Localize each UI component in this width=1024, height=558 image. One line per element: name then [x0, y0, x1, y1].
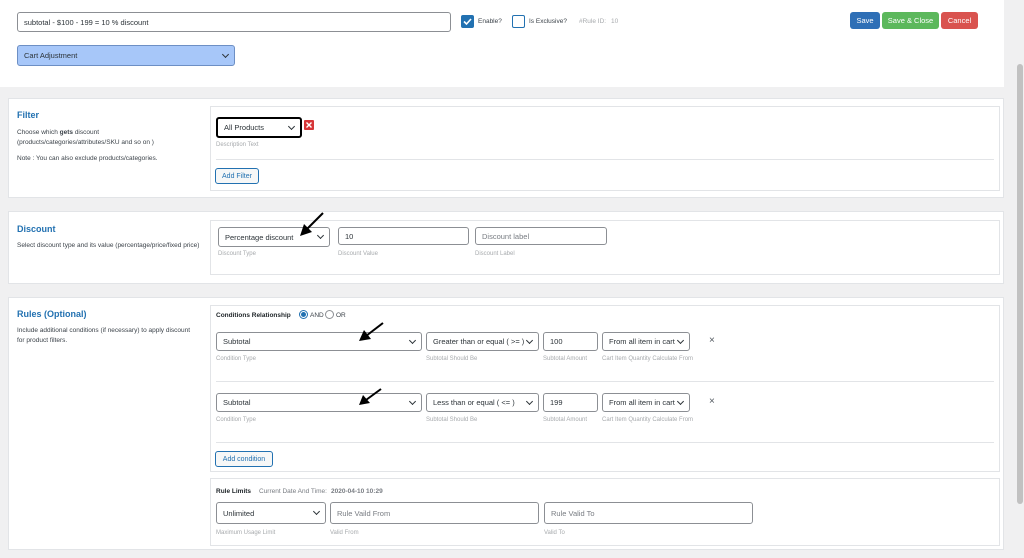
save-close-button[interactable]: Save & Close	[882, 12, 939, 29]
discount-label-placeholder: Discount label	[482, 231, 530, 241]
check-icon	[463, 18, 472, 26]
current-datetime-label: Current Date And Time:	[259, 488, 327, 495]
cancel-button[interactable]: Cancel	[941, 12, 978, 29]
condition-operator-caption: Subtotal Should Be	[426, 356, 478, 362]
valid-from-caption: Valid From	[330, 530, 359, 536]
chevron-down-icon	[525, 336, 534, 344]
subtotal-amount-input[interactable]: 199	[543, 393, 598, 412]
and-radio[interactable]	[299, 310, 308, 319]
rule-title-value: subtotal - $100 - 199 = 10 % discount	[24, 17, 149, 27]
conditions-divider	[216, 442, 994, 443]
conditions-relationship-label: Conditions Relationship	[216, 312, 291, 319]
filter-box	[210, 106, 1000, 191]
and-label: AND	[310, 312, 324, 319]
annotation-arrow-icon	[300, 212, 324, 236]
close-icon	[306, 122, 312, 128]
valid-from-placeholder: Rule Vaild From	[337, 508, 391, 518]
calc-from-select[interactable]: From all item in cart	[602, 393, 690, 412]
usage-limit-selected: Unlimited	[223, 508, 255, 518]
calc-from-caption: Cart Item Quantity Calculate From	[602, 417, 694, 423]
enable-checkbox[interactable]	[461, 15, 474, 28]
exclusive-label: Is Exclusive?	[529, 18, 567, 25]
or-label: OR	[336, 312, 346, 319]
chevron-down-icon	[221, 50, 230, 58]
discount-label-input[interactable]: Discount label	[475, 227, 607, 245]
chevron-down-icon	[287, 122, 296, 130]
valid-to-placeholder: Rule Valid To	[551, 508, 595, 518]
condition-operator-caption: Subtotal Should Be	[426, 417, 478, 423]
radio-dot-icon	[301, 312, 306, 317]
rules-desc: Include additional conditions (if necess…	[17, 327, 191, 344]
enable-label: Enable?	[478, 18, 502, 25]
annotation-arrow-icon	[359, 388, 382, 405]
condition-type-caption: Condition Type	[216, 417, 256, 423]
scrollbar-thumb[interactable]	[1017, 64, 1023, 504]
rule-id-value: 10	[611, 18, 619, 25]
product-filter-selected: All Products	[224, 123, 265, 132]
chevron-down-icon	[408, 336, 417, 344]
save-button[interactable]: Save	[850, 12, 880, 29]
rules-title: Rules (Optional)	[17, 309, 87, 319]
rule-id-label: #Rule ID:	[579, 18, 607, 25]
product-filter-select[interactable]: All Products	[216, 117, 302, 138]
conditions-box	[210, 305, 1000, 472]
calc-from-selected: From all item in cart	[609, 398, 675, 407]
remove-condition-icon[interactable]: ×	[709, 336, 715, 346]
valid-to-input[interactable]: Rule Valid To	[544, 502, 753, 524]
remove-condition-icon[interactable]: ×	[709, 397, 715, 407]
condition-operator-select[interactable]: Less than or equal ( <= )	[426, 393, 539, 412]
valid-from-input[interactable]: Rule Vaild From	[330, 502, 539, 524]
chevron-down-icon	[676, 336, 685, 344]
condition-operator-select[interactable]: Greater than or equal ( >= )	[426, 332, 539, 351]
discount-type-selected: Percentage discount	[225, 232, 294, 242]
chevron-down-icon	[408, 397, 417, 405]
discount-value: 10	[345, 231, 354, 241]
condition-type-caption: Condition Type	[216, 356, 256, 362]
discount-type-caption: Discount Type	[218, 251, 256, 257]
valid-to-caption: Valid To	[544, 530, 565, 536]
condition-divider	[216, 381, 994, 382]
subtotal-amount-caption: Subtotal Amount	[543, 356, 588, 362]
description-caption: Description Text	[216, 142, 259, 148]
condition-type-selected: Subtotal	[223, 398, 251, 407]
calc-from-caption: Cart Item Quantity Calculate From	[602, 356, 694, 362]
current-datetime-value: 2020-04-10 10:29	[331, 488, 383, 495]
condition-operator-selected: Less than or equal ( <= )	[433, 398, 515, 407]
condition-type-select[interactable]: Subtotal	[216, 393, 422, 412]
filter-desc: Choose which gets discount (products/cat…	[17, 129, 154, 146]
rule-type-select[interactable]: Cart Adjustment	[17, 45, 235, 66]
chevron-down-icon	[525, 397, 534, 405]
rule-limits-title: Rule Limits	[216, 488, 252, 495]
subtotal-amount-caption: Subtotal Amount	[543, 417, 588, 423]
filter-title: Filter	[17, 110, 40, 120]
usage-limit-caption: Maximum Usage Limit	[216, 530, 276, 536]
condition-type-selected: Subtotal	[223, 337, 251, 346]
subtotal-amount-input[interactable]: 100	[543, 332, 598, 351]
remove-filter-button[interactable]	[304, 120, 314, 130]
rule-title-input[interactable]: subtotal - $100 - 199 = 10 % discount	[17, 12, 451, 32]
condition-type-select[interactable]: Subtotal	[216, 332, 422, 351]
calc-from-selected: From all item in cart	[609, 337, 675, 346]
add-condition-button[interactable]: Add condition	[215, 451, 273, 467]
rule-type-selected: Cart Adjustment	[24, 51, 78, 60]
subtotal-amount-value: 100	[550, 337, 563, 346]
discount-desc: Select discount type and its value (perc…	[17, 242, 200, 249]
exclusive-checkbox[interactable]	[512, 15, 525, 28]
add-filter-button[interactable]: Add Filter	[215, 168, 259, 184]
or-radio[interactable]	[325, 310, 334, 319]
chevron-down-icon	[312, 507, 321, 516]
condition-operator-selected: Greater than or equal ( >= )	[433, 337, 525, 346]
filter-note: Note : You can also exclude products/cat…	[17, 155, 158, 162]
calc-from-select[interactable]: From all item in cart	[602, 332, 690, 351]
chevron-down-icon	[676, 397, 685, 405]
subtotal-amount-value: 199	[550, 398, 563, 407]
discount-label-caption: Discount Label	[475, 251, 515, 257]
usage-limit-select[interactable]: Unlimited	[216, 502, 326, 524]
annotation-arrow-icon	[359, 322, 384, 341]
discount-value-input[interactable]: 10	[338, 227, 469, 245]
filter-divider	[216, 159, 994, 160]
discount-title: Discount	[17, 224, 56, 234]
discount-value-caption: Discount Value	[338, 251, 378, 257]
